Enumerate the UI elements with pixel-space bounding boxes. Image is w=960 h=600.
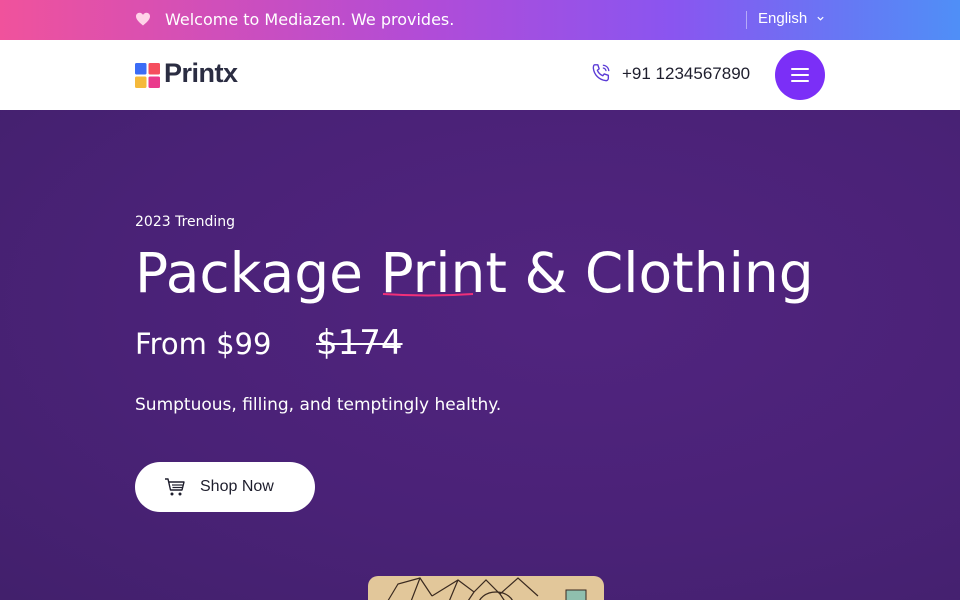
hero-old-price: $174: [316, 323, 403, 363]
chevron-down-icon[interactable]: [816, 14, 825, 23]
product-pattern: [387, 577, 587, 600]
shop-now-button[interactable]: Shop Now: [135, 462, 315, 512]
phone-number[interactable]: +91 1234567890: [622, 63, 750, 85]
hero-section: 2023 Trending Package Print & Clothing F…: [0, 110, 960, 600]
hero-tagline: Sumptuous, filling, and temptingly healt…: [135, 395, 502, 415]
headline-underline: [382, 293, 474, 297]
logo-mark-icon[interactable]: [135, 63, 160, 88]
menu-button[interactable]: [775, 50, 825, 100]
brand-logo[interactable]: Printx: [164, 57, 238, 89]
phone-icon: [592, 64, 610, 82]
heart-icon: [136, 12, 150, 26]
welcome-text: Welcome to Mediazen. We provides.: [165, 10, 455, 29]
hero-eyebrow: 2023 Trending: [135, 214, 236, 230]
product-image: [368, 576, 604, 600]
shop-now-label: Shop Now: [200, 478, 274, 495]
site-header: Printx +91 1234567890: [0, 40, 960, 110]
hamburger-menu-icon: [791, 68, 809, 70]
language-selector[interactable]: English: [758, 9, 807, 29]
hero-price: From $99: [135, 327, 272, 361]
divider: [746, 11, 747, 29]
cart-icon: [165, 478, 185, 496]
hero-headline: Package Print & Clothing: [135, 241, 814, 305]
top-bar: Welcome to Mediazen. We provides. Englis…: [0, 0, 960, 40]
